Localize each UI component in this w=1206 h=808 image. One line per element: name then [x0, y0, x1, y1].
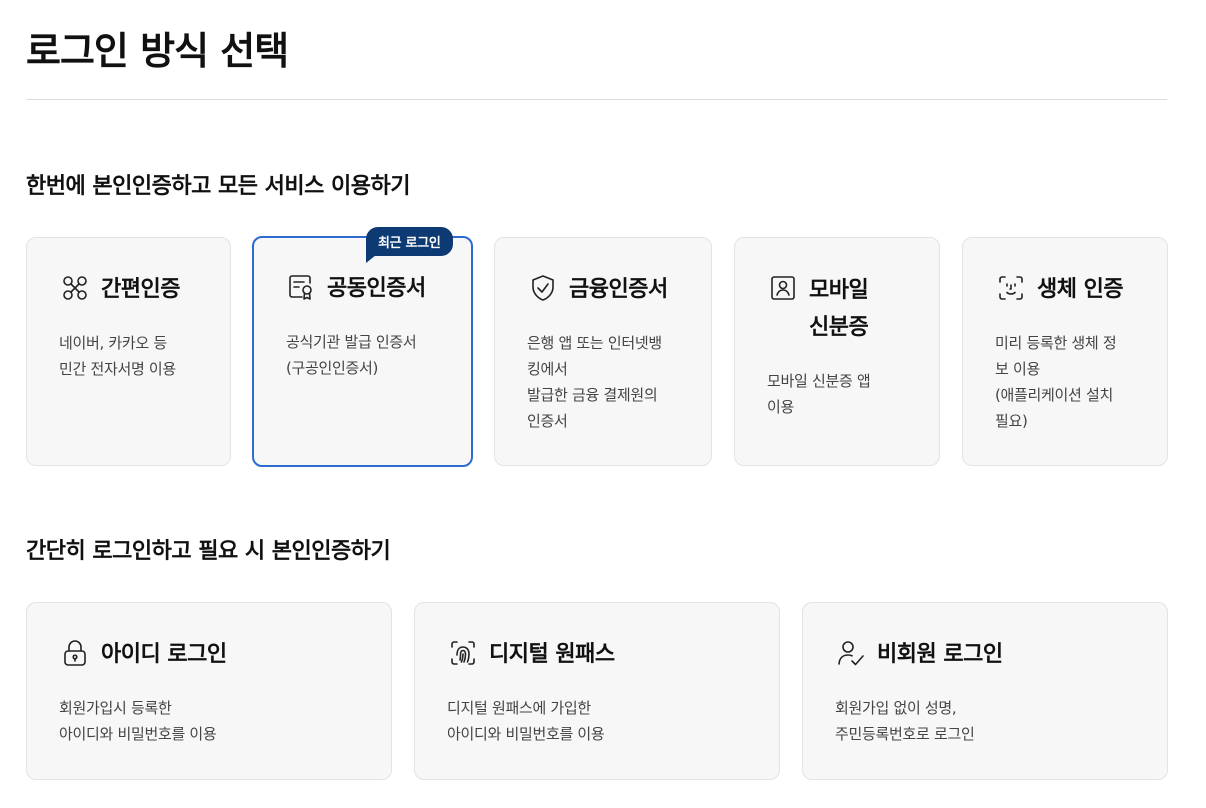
card-financial-certificate[interactable]: 금융인증서 은행 앱 또는 인터넷뱅 킹에서 발급한 금융 결제원의 인증서 — [494, 237, 712, 466]
card-title: 모바일 신분증 — [809, 278, 869, 340]
card-description: 미리 등록한 생체 정 보 이용 (애플리케이션 설치 필요) — [995, 334, 1117, 430]
card-description: 은행 앱 또는 인터넷뱅 킹에서 발급한 금융 결제원의 인증서 — [527, 334, 662, 430]
card-title: 공동인증서 — [327, 276, 426, 301]
recent-login-badge: 최근 로그인 — [366, 227, 453, 263]
card-head: 생체 인증 — [995, 272, 1124, 308]
card-head: 아이디 로그인 — [59, 637, 227, 673]
card-description: 회원가입시 등록한 아이디와 비밀번호를 이용 — [59, 699, 217, 743]
card-title: 간편인증 — [101, 277, 180, 302]
title-divider — [26, 99, 1167, 100]
card-description: 디지털 원패스에 가입한 아이디와 비밀번호를 이용 — [447, 699, 605, 743]
card-head: 모바일 신분증 — [767, 272, 869, 346]
card-head: 간편인증 — [59, 272, 180, 308]
card-joint-certificate[interactable]: 최근 로그인 공동인증서 공식기관 발급 인증서 (구공인인증서) — [252, 227, 473, 467]
certificate-icon — [285, 271, 317, 303]
card-description: 공식기관 발급 인증서 (구공인인증서) — [286, 333, 417, 377]
card-title: 생체 인증 — [1037, 277, 1124, 302]
card-id-login[interactable]: 아이디 로그인 회원가입시 등록한 아이디와 비밀번호를 이용 — [26, 602, 392, 780]
lock-icon — [59, 637, 91, 669]
mobile-id-icon — [767, 272, 799, 304]
card-head: 공동인증서 — [285, 271, 426, 307]
card-head: 비회원 로그인 — [835, 637, 1003, 673]
simple-auth-icon — [59, 272, 91, 304]
user-check-icon — [835, 637, 867, 669]
card-description: 회원가입 없이 성명, 주민등록번호로 로그인 — [835, 699, 975, 743]
page-title: 로그인 방식 선택 — [26, 29, 289, 73]
card-title: 아이디 로그인 — [101, 642, 227, 667]
card-simple-auth[interactable]: 간편인증 네이버, 카카오 등 민간 전자서명 이용 — [26, 237, 231, 466]
card-head: 금융인증서 — [527, 272, 668, 308]
card-title: 비회원 로그인 — [877, 642, 1003, 667]
card-biometric-auth[interactable]: 생체 인증 미리 등록한 생체 정 보 이용 (애플리케이션 설치 필요) — [962, 237, 1168, 466]
card-title: 금융인증서 — [569, 277, 668, 302]
fingerprint-icon — [447, 637, 479, 669]
card-digital-onepass[interactable]: 디지털 원패스 디지털 원패스에 가입한 아이디와 비밀번호를 이용 — [414, 602, 780, 780]
section-title-simple-login: 간단히 로그인하고 필요 시 본인인증하기 — [26, 539, 391, 564]
card-description: 모바일 신분증 앱 이용 — [767, 372, 871, 416]
card-description: 네이버, 카카오 등 민간 전자서명 이용 — [59, 334, 176, 378]
card-guest-login[interactable]: 비회원 로그인 회원가입 없이 성명, 주민등록번호로 로그인 — [802, 602, 1168, 780]
card-head: 디지털 원패스 — [447, 637, 615, 673]
shield-check-icon — [527, 272, 559, 304]
card-title: 디지털 원패스 — [489, 642, 615, 667]
face-scan-icon — [995, 272, 1027, 304]
section-title-identity: 한번에 본인인증하고 모든 서비스 이용하기 — [26, 174, 410, 199]
card-mobile-id[interactable]: 모바일 신분증 모바일 신분증 앱 이용 — [734, 237, 940, 466]
